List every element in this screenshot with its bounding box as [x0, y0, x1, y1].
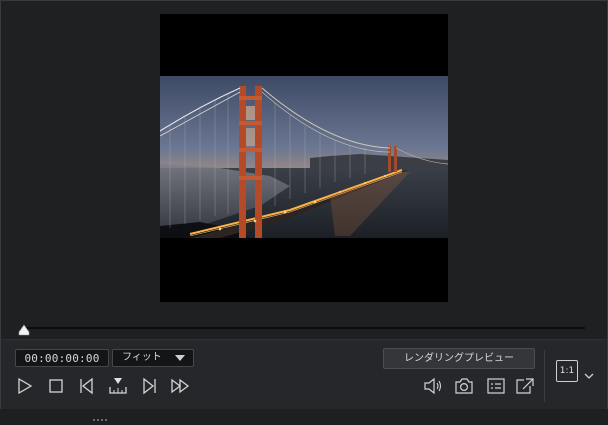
previous-frame-icon[interactable] — [76, 376, 98, 396]
divider — [544, 350, 545, 402]
playhead-handle[interactable] — [18, 321, 30, 336]
volume-icon[interactable] — [422, 376, 444, 396]
timecode-field[interactable]: 00:00:00:00 — [15, 349, 109, 367]
play-icon[interactable] — [14, 376, 36, 396]
dropdown-arrow-icon — [175, 355, 185, 361]
preview-area — [1, 1, 607, 313]
video-frame-image — [160, 76, 448, 238]
stop-icon[interactable] — [45, 376, 67, 396]
subtitles-icon[interactable] — [485, 376, 507, 396]
camera-icon[interactable] — [453, 376, 475, 396]
render-preview-button[interactable]: レンダリングプレビュー — [383, 348, 535, 369]
fast-forward-icon[interactable] — [169, 376, 191, 396]
next-frame-icon[interactable] — [138, 376, 160, 396]
aspect-ratio-button[interactable]: 1:1 — [556, 360, 578, 382]
external-window-icon[interactable] — [514, 376, 536, 396]
video-canvas — [160, 14, 448, 302]
resize-grip[interactable] — [93, 406, 113, 421]
chevron-down-icon[interactable] — [583, 366, 595, 379]
timeline-scrubber-track[interactable] — [23, 327, 585, 329]
preview-panel: 00:00:00:00 フィット レンダリングプレビュー 1:1 — [0, 0, 608, 409]
split-marker-icon[interactable] — [107, 376, 129, 396]
playback-controls: 00:00:00:00 フィット レンダリングプレビュー 1:1 — [1, 339, 607, 409]
zoom-select-value: フィット — [122, 352, 162, 363]
zoom-select[interactable]: フィット — [112, 349, 194, 367]
